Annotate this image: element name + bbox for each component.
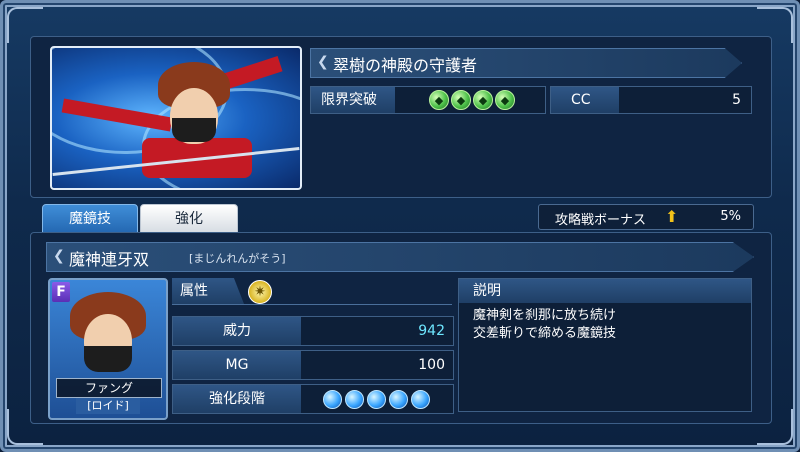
rarity-badge: F <box>52 282 70 302</box>
gem-icon: ◆ <box>451 90 471 110</box>
tab-enhance[interactable]: 強化 <box>140 204 238 234</box>
mg-label: MG <box>173 351 301 379</box>
description-box: 説明 魔神剣を刹那に放ち続け 交差斬りで締める魔鏡技 <box>458 278 752 412</box>
gem-icon: ◆ <box>473 90 493 110</box>
character-tag: [ロイド] <box>76 398 140 414</box>
orb-icon <box>389 390 408 409</box>
limit-break-row: 限界突破 ◆ ◆ ◆ ◆ <box>310 86 546 114</box>
cc-value: 5 <box>732 92 741 108</box>
raid-bonus-label: 攻略戦ボーナス <box>555 213 647 228</box>
chevron-left-icon: ❮ <box>317 54 329 70</box>
light-element-icon: ✷ <box>248 280 272 304</box>
enhance-orbs <box>323 390 430 409</box>
attribute-label: 属性 <box>172 278 244 304</box>
gem-icon: ◆ <box>429 90 449 110</box>
orb-icon <box>323 390 342 409</box>
raid-bonus-value: 5% <box>720 209 741 224</box>
skill-name: 魔神連牙双 <box>69 250 150 269</box>
up-arrow-icon: ⬆ <box>665 207 679 226</box>
power-label: 威力 <box>173 317 301 345</box>
gem-icon: ◆ <box>495 90 515 110</box>
character-name: ファング <box>56 378 162 398</box>
orb-icon <box>411 390 430 409</box>
tab-mirror-arte[interactable]: 魔鏡技 <box>42 204 138 234</box>
description-text: 魔神剣を刹那に放ち続け 交差斬りで締める魔鏡技 <box>473 307 616 343</box>
chevron-left-icon: ❮ <box>53 248 65 264</box>
description-header: 説明 <box>459 279 751 303</box>
description-line: 魔神剣を刹那に放ち続け <box>473 308 617 323</box>
description-line: 交差斬りで締める魔鏡技 <box>473 326 617 341</box>
cc-row: CC 5 <box>550 86 752 114</box>
orb-icon <box>367 390 386 409</box>
enhance-label: 強化段階 <box>173 385 301 413</box>
power-value: 942 <box>418 323 445 339</box>
skill-reading: [まじんれんがそう] <box>189 252 286 265</box>
limit-break-gems: ◆ ◆ ◆ ◆ <box>429 90 515 110</box>
cc-label: CC <box>551 87 619 113</box>
raid-bonus-box: 攻略戦ボーナス ⬆ 5% <box>538 204 754 230</box>
enhance-row: 強化段階 <box>172 384 454 414</box>
limit-break-label: 限界突破 <box>311 87 395 113</box>
power-row: 威力 942 <box>172 316 454 346</box>
mg-row: MG 100 <box>172 350 454 380</box>
skill-title-bar: ❮ 魔神連牙双 [まじんれんがそう] <box>46 242 754 272</box>
character-mask <box>84 346 132 372</box>
orb-icon <box>345 390 364 409</box>
card-title: 翠樹の神殿の守護者 <box>333 56 478 75</box>
artwork-mask <box>172 118 216 142</box>
divider <box>172 304 452 305</box>
character-card[interactable]: F ファング [ロイド] <box>48 278 168 420</box>
card-artwork <box>50 46 302 190</box>
mg-value: 100 <box>418 357 445 373</box>
card-title-bar: ❮ 翠樹の神殿の守護者 <box>310 48 742 78</box>
attribute-row: 属性 ✷ <box>172 278 452 305</box>
